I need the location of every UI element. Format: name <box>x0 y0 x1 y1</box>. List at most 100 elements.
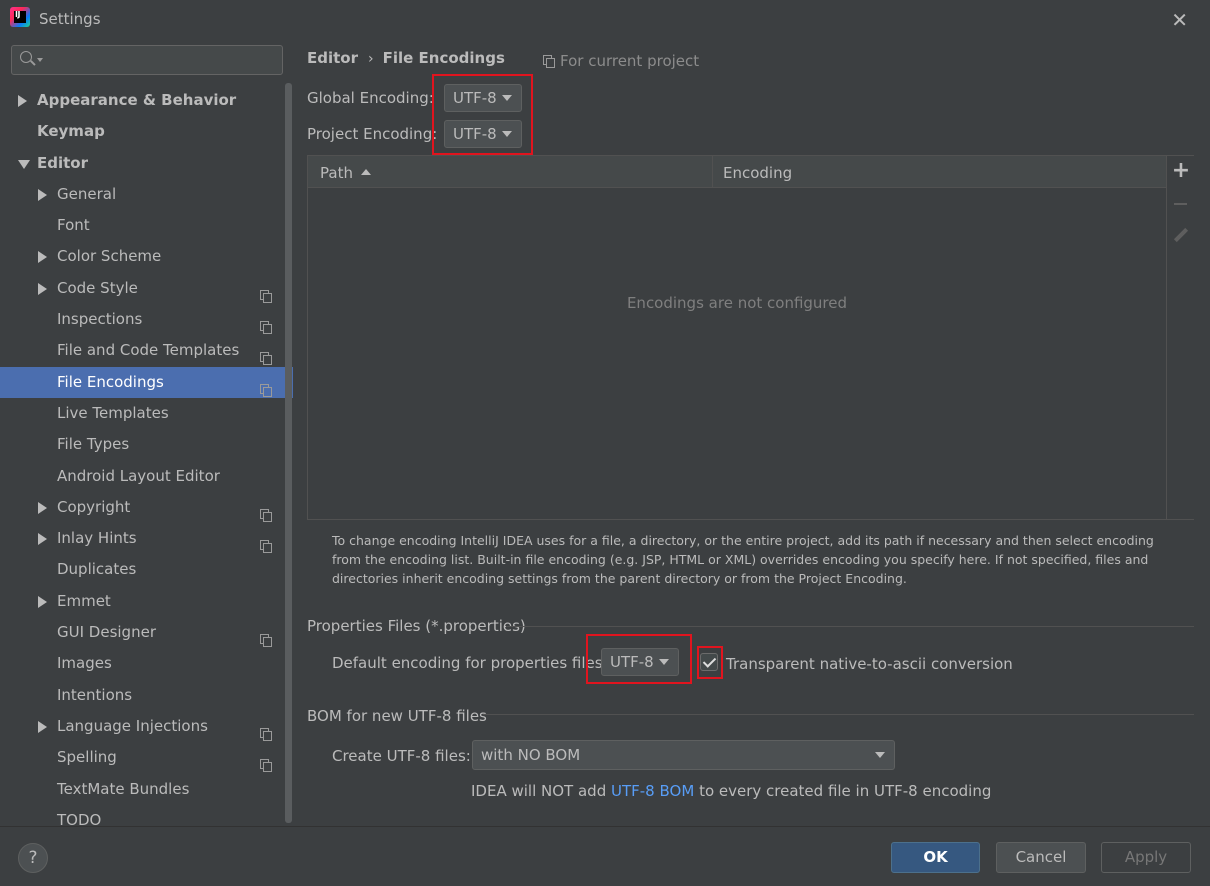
sidebar-item-label: TODO <box>57 810 102 826</box>
expand-right-icon[interactable] <box>18 95 27 107</box>
project-encoding-label: Project Encoding: <box>307 125 438 143</box>
sidebar-item-textmate-bundles[interactable]: TextMate Bundles <box>0 774 293 805</box>
sidebar-item-file-encodings[interactable]: File Encodings <box>0 366 293 398</box>
sidebar-item-label: Language Injections <box>57 716 208 735</box>
expand-right-icon[interactable] <box>38 720 47 733</box>
sidebar-item-inspections[interactable]: Inspections <box>0 304 293 335</box>
sidebar-item-inlay-hints[interactable]: Inlay Hints <box>0 523 293 554</box>
ok-button[interactable]: OK <box>891 842 980 873</box>
bom-note: IDEA will NOT add UTF-8 BOM to every cre… <box>471 782 992 800</box>
create-utf8-dropdown[interactable]: with NO BOM <box>472 740 895 770</box>
sidebar-item-spelling[interactable]: Spelling <box>0 742 293 773</box>
expand-down-icon[interactable] <box>18 159 30 169</box>
remove-icon[interactable] <box>1171 193 1191 213</box>
intellij-logo-icon: IJ <box>10 7 30 27</box>
sidebar-item-label: TextMate Bundles <box>57 779 190 798</box>
sidebar-item-label: GUI Designer <box>57 623 156 642</box>
sidebar-item-label: Code Style <box>57 278 138 297</box>
sidebar-item-label: Appearance & Behavior <box>37 91 237 109</box>
project-scope-icon <box>260 720 272 741</box>
window-title: Settings <box>39 10 101 28</box>
project-scope-icon <box>260 282 272 303</box>
expand-right-icon[interactable] <box>38 501 47 514</box>
native-to-ascii-checkbox[interactable] <box>700 653 718 671</box>
apply-button[interactable]: Apply <box>1101 842 1191 873</box>
properties-encoding-dropdown[interactable]: UTF-8 <box>601 648 679 676</box>
sidebar-item-appearance-behavior[interactable]: Appearance & Behavior <box>0 85 293 116</box>
chevron-down-icon <box>659 659 669 665</box>
edit-icon[interactable] <box>1171 226 1191 246</box>
sidebar-item-label: File Types <box>57 435 130 454</box>
sidebar-item-label: Spelling <box>57 748 117 767</box>
sidebar-item-file-and-code-templates[interactable]: File and Code Templates <box>0 335 293 366</box>
breadcrumb-file-encodings: File Encodings <box>382 49 505 67</box>
sidebar-item-copyright[interactable]: Copyright <box>0 492 293 523</box>
sidebar-item-keymap[interactable]: Keymap <box>0 116 293 147</box>
breadcrumb-editor[interactable]: Editor <box>307 49 358 67</box>
project-scope-icon <box>260 751 272 773</box>
sidebar-item-live-templates[interactable]: Live Templates <box>0 398 293 429</box>
chevron-down-icon <box>37 58 43 62</box>
dialog-footer: ? OK Cancel Apply <box>0 826 1210 886</box>
sidebar-item-label: General <box>57 184 117 203</box>
project-scope-icon <box>543 55 555 68</box>
sort-ascending-icon <box>360 169 371 175</box>
global-encoding-dropdown[interactable]: UTF-8 <box>444 84 522 112</box>
sidebar-item-language-injections[interactable]: Language Injections <box>0 711 293 742</box>
sidebar-item-label: Android Layout Editor <box>57 466 220 485</box>
project-scope-icon <box>260 344 272 366</box>
global-encoding-label: Global Encoding: <box>307 89 434 107</box>
sidebar-item-android-layout-editor[interactable]: Android Layout Editor <box>0 461 293 492</box>
sidebar-scrollbar[interactable] <box>285 83 292 823</box>
chevron-down-icon <box>502 95 512 101</box>
column-header-path[interactable]: Path <box>320 164 371 182</box>
expand-right-icon[interactable] <box>38 188 47 201</box>
sidebar-item-label: Keymap <box>37 122 105 141</box>
native-to-ascii-label[interactable]: Transparent native-to-ascii conversion <box>726 655 1013 673</box>
add-icon[interactable]: + <box>1171 160 1191 182</box>
properties-encoding-label: Default encoding for properties files: <box>332 654 608 672</box>
expand-right-icon[interactable] <box>38 282 47 295</box>
expand-right-icon[interactable] <box>38 595 47 608</box>
breadcrumb: Editor › File Encodings <box>307 49 505 67</box>
sidebar-item-general[interactable]: General <box>0 179 293 210</box>
project-encoding-dropdown[interactable]: UTF-8 <box>444 120 522 148</box>
project-scope-icon <box>260 626 272 648</box>
for-current-project-note: For current project <box>543 52 699 70</box>
sidebar-item-duplicates[interactable]: Duplicates <box>0 554 293 585</box>
section-divider <box>506 626 1194 627</box>
sidebar-item-images[interactable]: Images <box>0 648 293 679</box>
sidebar-item-todo[interactable]: TODO <box>0 805 293 826</box>
sidebar-item-label: Intentions <box>57 685 133 704</box>
sidebar-item-file-types[interactable]: File Types <box>0 429 293 460</box>
sidebar-item-code-style[interactable]: Code Style <box>0 273 293 304</box>
sidebar-item-label: Live Templates <box>57 403 169 422</box>
sidebar-item-emmet[interactable]: Emmet <box>0 586 293 617</box>
sidebar-item-font[interactable]: Font <box>0 210 293 241</box>
sidebar-item-label: Images <box>57 654 112 673</box>
settings-tree: Appearance & Behavior Keymap Editor General… <box>0 85 293 826</box>
create-utf8-label: Create UTF-8 files: <box>332 747 471 765</box>
sidebar-item-editor[interactable]: Editor <box>0 148 293 179</box>
utf8-bom-link[interactable]: UTF-8 BOM <box>611 782 694 800</box>
sidebar-item-label: Inspections <box>57 310 143 329</box>
sidebar-item-label: File and Code Templates <box>57 341 240 360</box>
close-icon[interactable]: ✕ <box>1171 8 1188 32</box>
cancel-button[interactable]: Cancel <box>996 842 1086 873</box>
bom-section-title: BOM for new UTF-8 files <box>307 707 487 725</box>
expand-right-icon[interactable] <box>38 251 47 264</box>
help-button[interactable]: ? <box>18 843 48 873</box>
column-divider[interactable] <box>712 156 713 188</box>
column-header-encoding[interactable]: Encoding <box>723 164 792 182</box>
project-scope-icon <box>260 376 272 397</box>
expand-right-icon[interactable] <box>38 533 47 546</box>
encoding-help-text: To change encoding IntelliJ IDEA uses fo… <box>332 533 1154 586</box>
table-header: Path Encoding <box>308 156 1166 188</box>
title-bar: IJ Settings ✕ <box>0 0 1210 36</box>
search-input[interactable] <box>11 45 283 75</box>
sidebar-item-intentions[interactable]: Intentions <box>0 680 293 711</box>
file-encodings-panel: Editor › File Encodings For current projec… <box>293 36 1210 826</box>
sidebar-item-color-scheme[interactable]: Color Scheme <box>0 241 293 272</box>
chevron-down-icon <box>875 752 885 758</box>
sidebar-item-gui-designer[interactable]: GUI Designer <box>0 617 293 648</box>
